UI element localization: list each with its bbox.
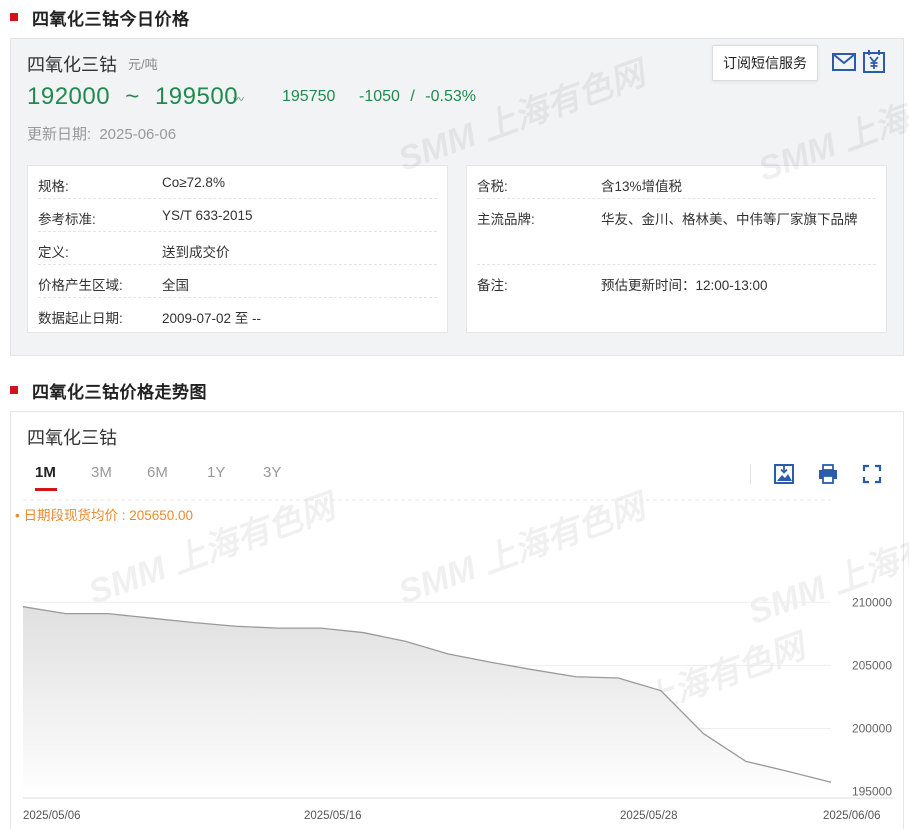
chart-panel: 四氧化三钴 1M 3M 6M 1Y 3Y • 日期段现货均价 : 205650.… — [10, 411, 909, 829]
data-point[interactable] — [530, 667, 536, 673]
mail-icon[interactable] — [831, 49, 857, 75]
data-point[interactable] — [63, 611, 69, 617]
data-point[interactable] — [20, 604, 26, 610]
spec-value: Co≥72.8% — [162, 175, 225, 190]
spec-row: 规格: Co≥72.8% — [38, 166, 437, 199]
data-point[interactable] — [360, 630, 366, 636]
price-low: 192000 — [27, 83, 111, 110]
y-tick-label: 200000 — [852, 722, 892, 736]
change-value: -1050 — [359, 88, 400, 105]
spec-key: 定义: — [38, 245, 69, 260]
average-price: 195750 — [282, 88, 336, 105]
spec-row: 参考标准: YS/T 633-2015 — [38, 199, 437, 232]
change-slash: / — [410, 88, 415, 105]
x-tick-label: 2025/05/06 — [23, 810, 81, 822]
spec-row: 含税: 含13%增值税 — [477, 166, 876, 199]
spec-key: 数据起止日期: — [38, 311, 123, 326]
y-tick-label: 210000 — [852, 595, 892, 609]
data-point[interactable] — [275, 625, 281, 631]
watermark: SMM 上海有色网 — [393, 54, 650, 179]
spec-value: 预估更新时间：12:00-13:00 — [601, 278, 768, 293]
section-trend-header: 四氧化三钴价格走势图 — [10, 379, 207, 402]
change-percent: -0.53% — [425, 88, 476, 105]
spec-table-right: 含税: 含13%增值税 主流品牌: 华友、金川、格林美、中伟等厂家旗下品牌 备注… — [466, 165, 887, 333]
data-point[interactable] — [785, 768, 791, 774]
spec-key: 备注: — [477, 278, 508, 293]
price-high: 199500 — [154, 83, 239, 110]
price-area — [23, 606, 831, 798]
spec-key: 参考标准: — [38, 212, 96, 227]
spec-value: 送到成交价 — [162, 245, 230, 260]
update-value: 2025-06-06 — [99, 126, 177, 143]
data-point[interactable] — [318, 625, 324, 631]
x-tick-label: 2025/05/16 — [304, 810, 362, 822]
data-point[interactable] — [105, 611, 111, 617]
data-point[interactable] — [403, 638, 409, 644]
data-point[interactable] — [190, 619, 196, 625]
spec-key: 含税: — [477, 179, 508, 194]
spec-row: 数据起止日期: 2009-07-02 至 -- — [38, 298, 437, 331]
data-point[interactable] — [615, 675, 621, 681]
data-point[interactable] — [828, 779, 834, 785]
spec-row: 定义: 送到成交价 — [38, 232, 437, 265]
data-point[interactable] — [700, 731, 706, 737]
spec-table-left: 规格: Co≥72.8% 参考标准: YS/T 633-2015 定义: 送到成… — [27, 165, 448, 333]
update-label: 更新日期: — [27, 126, 92, 143]
price-tilde: ~ — [125, 83, 140, 110]
y-tick-label: 195000 — [852, 785, 892, 799]
spec-key: 主流品牌: — [477, 212, 535, 227]
subscribe-sms-button[interactable]: 订阅短信服务 — [712, 45, 818, 81]
price-trend-chart[interactable]: 195000 200000 205000 210000 2025/05/06 2025/0… — [11, 412, 905, 829]
section-marker — [10, 13, 18, 21]
price-card: 四氧化三钴 元/吨 192000 ~ 199500 〰 195750 -1050… — [10, 38, 909, 356]
data-point[interactable] — [573, 674, 579, 680]
product-name: 四氧化三钴 — [27, 55, 117, 75]
spec-value: 2009-07-02 至 -- — [162, 311, 262, 326]
spec-value: 含13%增值税 — [601, 179, 683, 194]
section-today-price-title: 四氧化三钴今日价格 — [32, 9, 190, 29]
update-date: 更新日期: 2025-06-06 — [27, 123, 176, 144]
data-point[interactable] — [233, 623, 239, 629]
y-tick-label: 205000 — [852, 658, 892, 672]
x-tick-label: 2025/05/28 — [620, 810, 678, 822]
section-marker — [10, 386, 18, 394]
section-trend-title: 四氧化三钴价格走势图 — [32, 382, 207, 402]
wave-icon[interactable]: 〰 — [233, 91, 244, 107]
spec-value: 华友、金川、格林美、中伟等厂家旗下品牌 — [601, 212, 858, 227]
spec-value: YS/T 633-2015 — [162, 208, 253, 223]
spec-row: 主流品牌: 华友、金川、格林美、中伟等厂家旗下品牌 — [477, 199, 876, 265]
data-point[interactable] — [445, 651, 451, 657]
x-tick-label: 2025/06/06 — [823, 810, 881, 822]
yuan-calendar-icon[interactable] — [861, 49, 887, 75]
spec-row: 价格产生区域: 全国 — [38, 265, 437, 298]
spec-key: 规格: — [38, 179, 69, 194]
spec-key: 价格产生区域: — [38, 278, 123, 293]
data-point[interactable] — [148, 615, 154, 621]
price-change: -1050 / -0.53% — [359, 88, 476, 106]
section-today-price-header: 四氧化三钴今日价格 — [10, 6, 190, 29]
price-range: 192000 ~ 199500 — [27, 83, 238, 111]
data-point[interactable] — [658, 688, 664, 694]
spec-value: 全国 — [162, 278, 189, 293]
spec-row: 备注: 预估更新时间：12:00-13:00 — [477, 265, 876, 298]
data-point[interactable] — [743, 758, 749, 764]
price-unit: 元/吨 — [128, 57, 158, 72]
data-point[interactable] — [488, 659, 494, 665]
